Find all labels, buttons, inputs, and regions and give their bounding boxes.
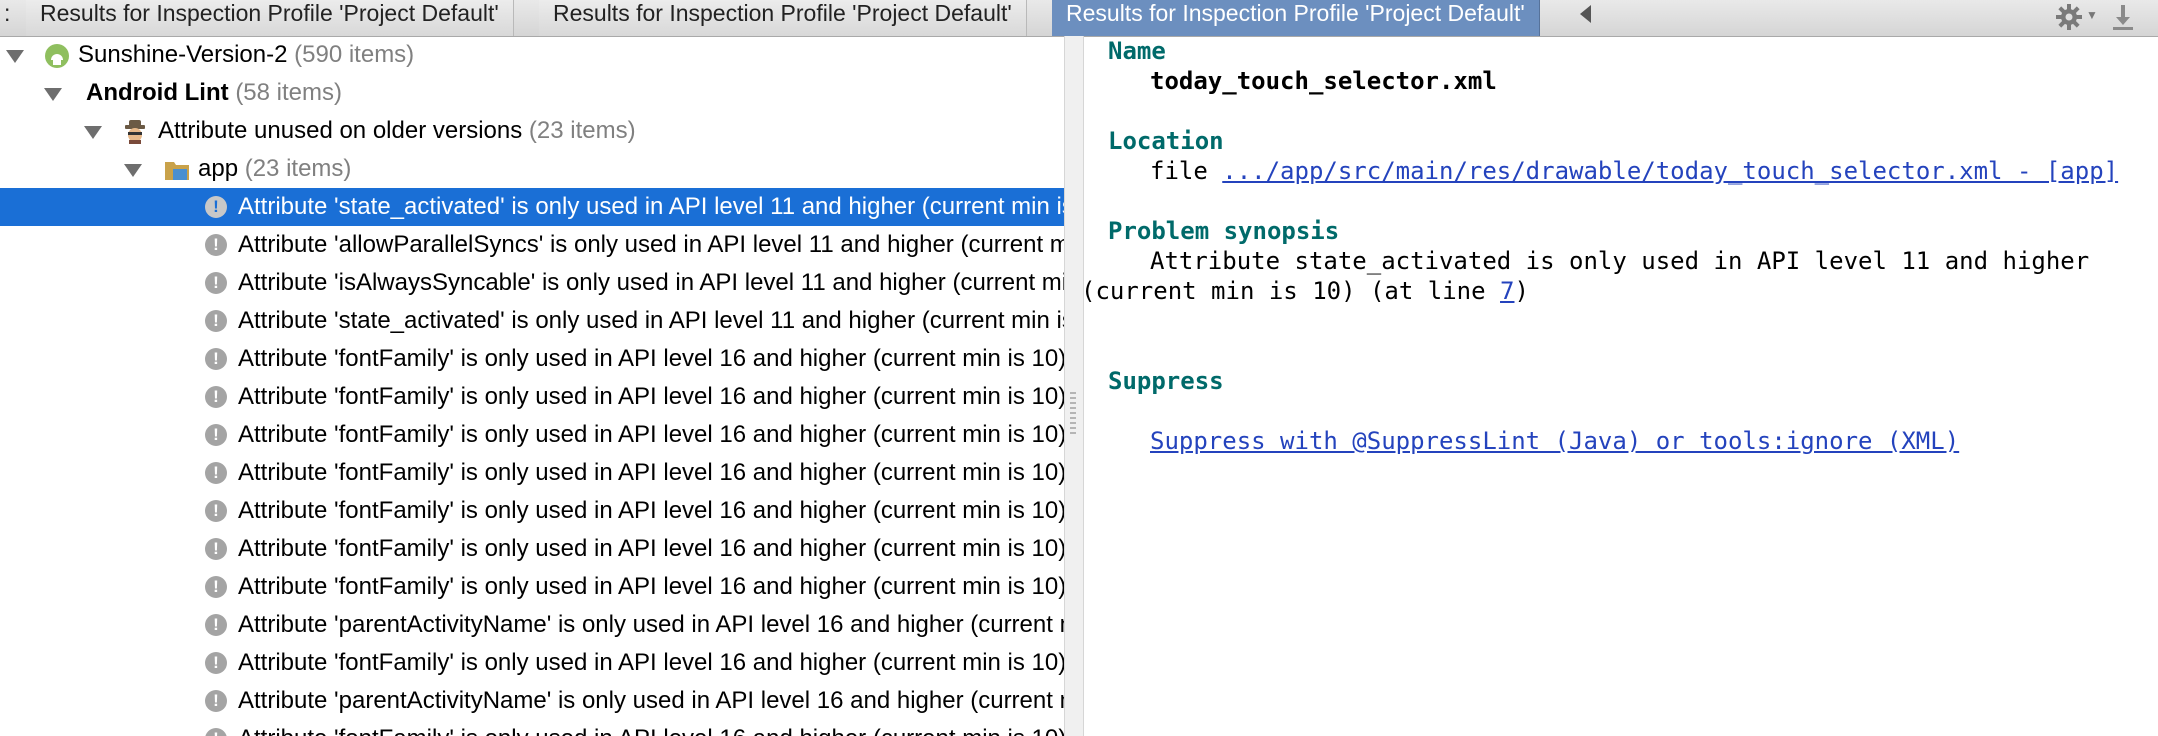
inspection-spy-icon (125, 120, 145, 144)
tree-node-inspection[interactable]: Attribute unused on older versions (23 i… (0, 112, 1064, 150)
warning-icon: ! (205, 690, 227, 712)
issue-text: Attribute 'fontFamily' is only used in A… (238, 459, 1064, 486)
tree-issue-row[interactable]: ! Attribute 'allowParallelSyncs' is only… (0, 226, 1064, 264)
issue-text: Attribute 'allowParallelSyncs' is only u… (238, 231, 1064, 258)
pane-splitter[interactable] (1064, 36, 1084, 736)
project-name: Sunshine-Version-2 (78, 41, 288, 68)
module-count: (23 items) (244, 155, 352, 182)
location-prefix: file (1150, 157, 1223, 185)
suppress-link[interactable]: Suppress with @SuppressLint (Java) or to… (1150, 427, 1959, 455)
synopsis-line-2-suffix: ) (1514, 277, 1529, 305)
gear-icon[interactable] (2054, 2, 2084, 32)
download-icon[interactable] (2108, 2, 2138, 32)
issue-text: Attribute 'fontFamily' is only used in A… (238, 649, 1064, 676)
file-name-value: today_touch_selector.xml (1150, 67, 1497, 95)
expand-arrow-icon[interactable] (124, 164, 142, 177)
warning-icon: ! (205, 728, 227, 736)
suppress-heading: Suppress (1108, 367, 1224, 395)
tree-issue-row[interactable]: ! Attribute 'fontFamily' is only used in… (0, 416, 1064, 454)
tree-node-android-lint[interactable]: Android Lint (58 items) (0, 74, 1064, 112)
warning-icon: ! (205, 196, 227, 218)
issue-text: Attribute 'fontFamily' is only used in A… (238, 345, 1064, 372)
project-count: (590 items) (294, 41, 415, 68)
tab-results-2[interactable]: Results for Inspection Profile 'Project … (539, 0, 1027, 36)
tree-issue-row[interactable]: ! Attribute 'fontFamily' is only used in… (0, 378, 1064, 416)
tree-issue-row[interactable]: ! Attribute 'fontFamily' is only used in… (0, 720, 1064, 736)
splitter-grip-icon[interactable] (1070, 392, 1076, 436)
location-heading: Location (1108, 127, 1224, 155)
synopsis-line-1: Attribute state_activated is only used i… (1150, 247, 2090, 275)
issue-text: Attribute 'fontFamily' is only used in A… (238, 535, 1064, 562)
issue-text: Attribute 'fontFamily' is only used in A… (238, 421, 1064, 448)
warning-icon: ! (205, 500, 227, 522)
issue-text: Attribute 'fontFamily' is only used in A… (238, 497, 1064, 524)
issue-text: Attribute 'isAlwaysSyncable' is only use… (238, 269, 1064, 296)
tree-issue-row[interactable]: ! Attribute 'fontFamily' is only used in… (0, 568, 1064, 606)
synopsis-line-2: (current min is 10) (at line 7) (1081, 277, 1529, 305)
results-tab-bar: : Results for Inspection Profile 'Projec… (0, 0, 2158, 37)
warning-icon: ! (205, 614, 227, 636)
inspection-results-tree: Sunshine-Version-2 (590 items) Android L… (0, 36, 1064, 736)
warning-icon: ! (205, 386, 227, 408)
group-name: Android Lint (86, 79, 229, 106)
tree-issue-row[interactable]: ! Attribute 'fontFamily' is only used in… (0, 340, 1064, 378)
chevron-down-icon[interactable]: ▼ (2086, 8, 2098, 22)
issue-text: Attribute 'parentActivityName' is only u… (238, 687, 1064, 714)
warning-icon: ! (205, 348, 227, 370)
android-project-icon (45, 44, 69, 68)
warning-icon: ! (205, 424, 227, 446)
warning-icon: ! (205, 652, 227, 674)
tree-node-project[interactable]: Sunshine-Version-2 (590 items) (0, 36, 1064, 74)
tree-node-module-app[interactable]: app (23 items) (0, 150, 1064, 188)
group-count: (58 items) (235, 79, 342, 106)
tree-issue-row[interactable]: ! Attribute 'parentActivityName' is only… (0, 606, 1064, 644)
tab-overflow-marker: : (4, 0, 11, 26)
warning-icon: ! (205, 538, 227, 560)
tab-results-3-active[interactable]: Results for Inspection Profile 'Project … (1052, 0, 1540, 36)
expand-arrow-icon[interactable] (84, 126, 102, 139)
expand-arrow-icon[interactable] (44, 88, 62, 101)
tree-issue-row[interactable]: ! Attribute 'isAlwaysSyncable' is only u… (0, 264, 1064, 302)
issue-text: Attribute 'fontFamily' is only used in A… (238, 720, 1064, 736)
location-line: file .../app/src/main/res/drawable/today… (1150, 157, 2118, 185)
tree-issue-row[interactable]: ! Attribute 'fontFamily' is only used in… (0, 492, 1064, 530)
synopsis-line-2-prefix: (current min is 10) (at line (1081, 277, 1501, 305)
line-number-link[interactable]: 7 (1500, 277, 1514, 305)
warning-icon: ! (205, 234, 227, 256)
tab-results-1[interactable]: Results for Inspection Profile 'Project … (26, 0, 514, 36)
warning-icon: ! (205, 272, 227, 294)
tree-issue-row[interactable]: ! Attribute 'state_activated' is only us… (0, 302, 1064, 340)
warning-icon: ! (205, 310, 227, 332)
file-path-link[interactable]: .../app/src/main/res/drawable/today_touc… (1222, 157, 2118, 185)
module-name: app (198, 155, 239, 182)
warning-icon: ! (205, 462, 227, 484)
tree-issue-row[interactable]: ! Attribute 'parentActivityName' is only… (0, 682, 1064, 720)
problem-detail-pane: Name today_touch_selector.xml Location f… (1081, 36, 2158, 736)
issue-text: Attribute 'fontFamily' is only used in A… (238, 573, 1064, 600)
issue-text: Attribute 'parentActivityName' is only u… (238, 611, 1064, 638)
issue-text: Attribute 'fontFamily' is only used in A… (238, 383, 1064, 410)
warning-icon: ! (205, 576, 227, 598)
inspection-count: (23 items) (528, 117, 636, 144)
tree-issue-row[interactable]: ! Attribute 'fontFamily' is only used in… (0, 454, 1064, 492)
expand-arrow-icon[interactable] (6, 50, 24, 63)
suppress-line: Suppress with @SuppressLint (Java) or to… (1150, 427, 1959, 455)
tree-issue-row-selected[interactable]: ! Attribute 'state_activated' is only us… (0, 188, 1064, 226)
inspection-name: Attribute unused on older versions (158, 117, 523, 144)
tree-issue-row[interactable]: ! Attribute 'fontFamily' is only used in… (0, 530, 1064, 568)
tree-issue-row[interactable]: ! Attribute 'fontFamily' is only used in… (0, 644, 1064, 682)
issue-text: Attribute 'state_activated' is only used… (238, 307, 1064, 334)
tabs-scroll-left-icon[interactable] (1580, 5, 1591, 23)
synopsis-heading: Problem synopsis (1108, 217, 1340, 245)
name-heading: Name (1108, 37, 1166, 65)
module-folder-icon (165, 162, 189, 180)
issue-text: Attribute 'state_activated' is only used… (238, 193, 1064, 220)
